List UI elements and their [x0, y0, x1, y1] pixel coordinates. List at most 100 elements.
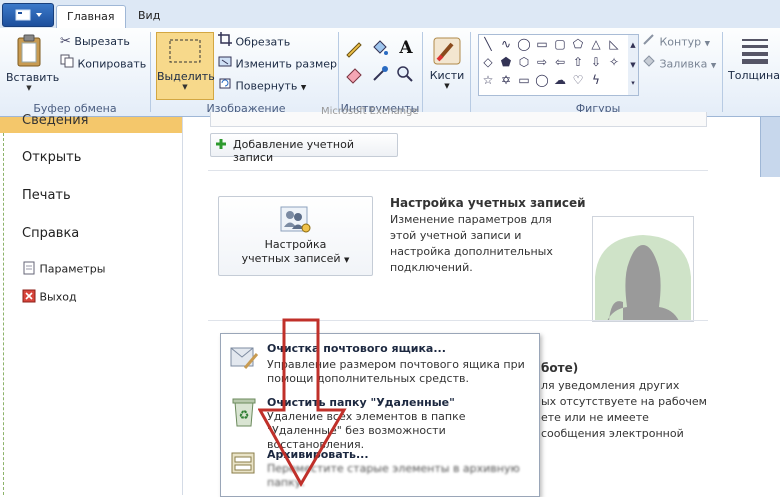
brushes-button[interactable]: Кисти ▼ — [428, 36, 466, 90]
callout-rect-shape-icon[interactable]: ▭ — [515, 71, 533, 89]
cut-label: Вырезать — [74, 35, 130, 48]
pentagon-shape-icon[interactable]: ⬟ — [497, 53, 515, 71]
brush-icon — [433, 37, 461, 65]
thickness-label: Толщина — [728, 69, 780, 82]
crop-label: Обрезать — [235, 35, 291, 49]
star5-shape-icon[interactable]: ☆ — [479, 71, 497, 89]
right-triangle-shape-icon[interactable]: ◺ — [605, 35, 623, 53]
nav-options-label: Параметры — [39, 262, 106, 276]
arrow-down-shape-icon[interactable]: ⇩ — [587, 53, 605, 71]
group-separator — [470, 32, 471, 112]
menu-icon — [15, 9, 42, 21]
thickness-button[interactable]: Толщина — [728, 36, 780, 82]
nav-item-print[interactable]: Печать — [22, 188, 71, 203]
gallery-expand-icon: ▾ — [631, 79, 635, 87]
eraser-icon[interactable] — [344, 64, 366, 86]
group-separator — [338, 32, 339, 112]
cloud-shape-icon[interactable]: ☁ — [551, 71, 569, 89]
users-icon — [280, 206, 310, 233]
outline-button[interactable]: Контур ▼ — [642, 32, 710, 52]
curve-shape-icon[interactable]: ∿ — [497, 35, 515, 53]
gallery-scrollbar[interactable]: ▲ ▼ ▾ — [628, 34, 639, 96]
polygon-shape-icon[interactable]: ⬠ — [569, 35, 587, 53]
nav-item-info[interactable]: Сведения — [0, 113, 182, 133]
fill-label: Заливка — [659, 57, 708, 71]
hexagon-shape-icon[interactable]: ⬡ — [515, 53, 533, 71]
tab-view[interactable]: Вид — [128, 5, 170, 27]
fill-dropdown-arrow: ▼ — [710, 61, 717, 70]
paste-button[interactable]: Вставить ▼ — [6, 34, 60, 100]
svg-text:♻: ♻ — [239, 408, 250, 422]
add-account-button[interactable]: Добавление учетной записи — [210, 133, 398, 164]
divider — [208, 170, 708, 171]
color-picker-icon[interactable] — [370, 64, 392, 86]
copy-button[interactable]: Копировать — [60, 54, 146, 74]
magnifier-icon[interactable] — [395, 64, 417, 86]
lightning-shape-icon[interactable]: ϟ — [587, 71, 605, 89]
fill-bucket-icon[interactable] — [370, 38, 392, 60]
cut-button[interactable]: ✂ Вырезать — [60, 32, 130, 52]
heart-shape-icon[interactable]: ♡ — [569, 71, 587, 89]
nav-item-open[interactable]: Открыть — [22, 150, 81, 165]
red-arrow-annotation — [258, 318, 347, 488]
scroll-down-icon: ▼ — [630, 61, 636, 69]
behind-line-4: сообщения электронной — [541, 427, 684, 440]
paste-label: Вставить — [6, 71, 60, 84]
copy-icon — [60, 54, 74, 75]
paste-dropdown-arrow: ▼ — [26, 84, 32, 92]
arrow-left-shape-icon[interactable]: ⇦ — [551, 53, 569, 71]
adjacent-window-edge — [760, 117, 780, 177]
resize-button[interactable]: Изменить размер — [218, 54, 337, 74]
behind-heading: боте) — [541, 361, 579, 375]
rectangle-shape-icon[interactable]: ▭ — [533, 35, 551, 53]
outline-label: Контур — [659, 35, 702, 49]
app-menu-button[interactable] — [2, 3, 54, 27]
scissors-icon: ✂ — [60, 34, 71, 49]
diamond-shape-icon[interactable]: ◇ — [479, 53, 497, 71]
text-tool-icon[interactable]: A — [395, 38, 417, 60]
select-label: Выделить — [157, 70, 215, 83]
line-shape-icon[interactable]: ╲ — [479, 35, 497, 53]
arrow-right-shape-icon[interactable]: ⇨ — [533, 53, 551, 71]
tools-grid: A — [344, 38, 418, 86]
arrow-up-shape-icon[interactable]: ⇧ — [569, 53, 587, 71]
rounded-rect-shape-icon[interactable]: ▢ — [551, 35, 569, 53]
oval-shape-icon[interactable]: ◯ — [515, 35, 533, 53]
plus-icon — [215, 138, 227, 153]
outline-dropdown-arrow: ▼ — [704, 39, 711, 48]
callout-oval-shape-icon[interactable]: ◯ — [533, 71, 551, 89]
settings-button-line1: Настройка — [264, 238, 327, 251]
mailbox-cleanup-icon — [229, 342, 259, 375]
shapes-gallery[interactable]: ╲ ∿ ◯ ▭ ▢ ⬠ △ ◺ ◇ ⬟ ⬡ ⇨ ⇦ ⇧ ⇩ ✧ ☆ ✡ ▭ ◯ ☁ ♡ ϟ — [478, 34, 630, 96]
profile-picture — [592, 216, 694, 322]
crop-icon — [218, 32, 232, 53]
add-account-label: Добавление учетной записи — [233, 138, 354, 164]
group-separator — [150, 32, 151, 112]
account-settings-button[interactable]: Настройка учетных записей ▼ — [218, 196, 373, 276]
archive-icon — [229, 448, 259, 481]
triangle-shape-icon[interactable]: △ — [587, 35, 605, 53]
line-thickness-icon — [742, 39, 768, 64]
nav-item-options[interactable]: Параметры — [22, 261, 105, 278]
nav-item-help[interactable]: Справка — [22, 226, 79, 241]
crop-button[interactable]: Обрезать — [218, 32, 290, 52]
group-separator — [722, 32, 723, 112]
brushes-dropdown-arrow: ▼ — [444, 82, 450, 90]
star4-shape-icon[interactable]: ✧ — [605, 53, 623, 71]
exchange-text: Microsoft Exchange — [321, 106, 419, 117]
fill-button[interactable]: Заливка ▼ — [642, 54, 716, 74]
pencil-icon[interactable] — [344, 38, 366, 60]
close-icon — [22, 289, 36, 306]
behind-line-2: ых отсутствуете на рабочем — [541, 395, 707, 408]
account-settings-title: Настройка учетных записей — [390, 196, 586, 210]
nav-item-exit[interactable]: Выход — [22, 289, 77, 306]
selection-border — [3, 133, 4, 495]
rotate-button[interactable]: Повернуть ▼ — [218, 76, 306, 96]
selection-rect-icon — [169, 39, 201, 63]
tab-home[interactable]: Главная — [56, 5, 126, 28]
behind-line-3: ете или не имеете — [541, 411, 649, 424]
clipboard-icon — [17, 34, 41, 67]
star6-shape-icon[interactable]: ✡ — [497, 71, 515, 89]
select-button[interactable]: Выделить ▼ — [156, 32, 215, 100]
behind-line-1: ля уведомления других — [541, 379, 680, 392]
